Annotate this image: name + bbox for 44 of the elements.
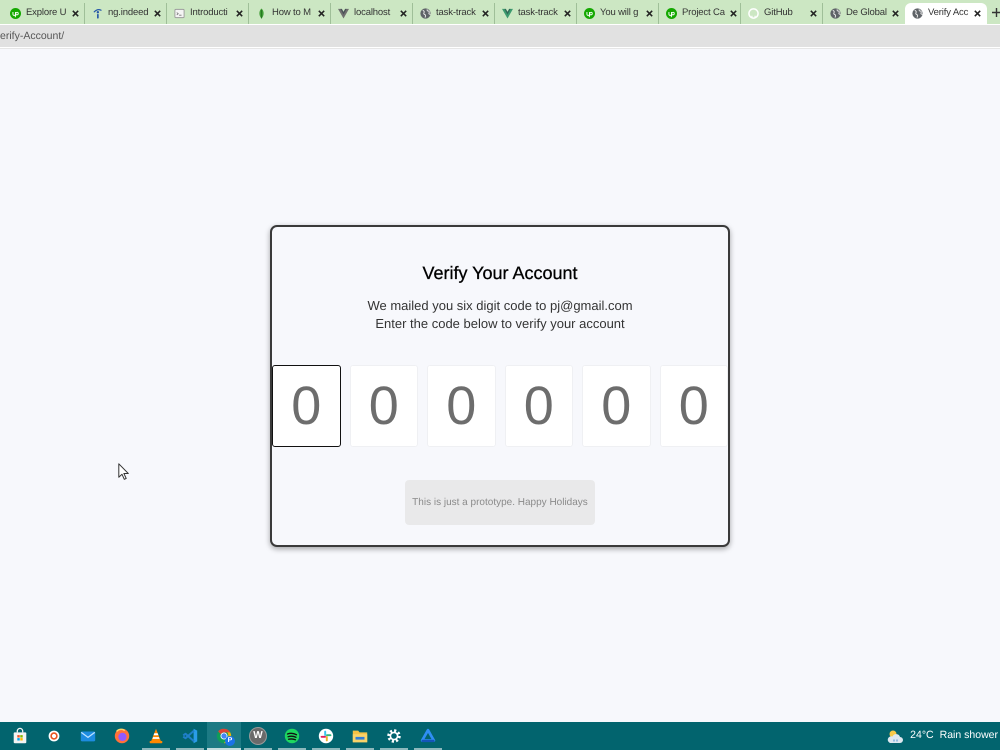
code-digit-field[interactable]: 0 [272, 364, 340, 446]
settings-icon [385, 727, 403, 745]
taskbar-button[interactable]: W [241, 722, 275, 750]
new-tab-icon[interactable] [992, 8, 1000, 16]
instruction-text: We mailed you six digit code to pj@gmail.com [366, 296, 634, 314]
close-icon[interactable] [482, 10, 489, 17]
close-icon[interactable] [974, 10, 981, 17]
instruction-text: Enter the code below to verify your account [374, 314, 626, 332]
logo-icon [666, 8, 677, 19]
temperature-text: 24°C [910, 728, 934, 744]
sound-waves-icon [283, 727, 301, 745]
close-icon[interactable] [154, 10, 161, 17]
page-title: Verify Your Account [421, 262, 579, 285]
pinwheel-icon [317, 727, 335, 745]
mouse-pointer-icon [118, 463, 129, 480]
triangle-icon [419, 727, 437, 745]
orb-icon [113, 727, 131, 745]
cloud-sun-icon[interactable] [886, 728, 904, 744]
close-icon[interactable] [236, 10, 243, 17]
close-icon[interactable] [72, 10, 79, 17]
globe-icon [420, 8, 431, 19]
close-icon[interactable] [318, 10, 325, 17]
browser-tab[interactable]: De Global [823, 3, 905, 24]
close-icon[interactable] [810, 10, 817, 17]
globe-icon [830, 8, 841, 19]
logo-icon [10, 8, 21, 19]
logo-icon [584, 8, 595, 19]
traffic-cone-icon [147, 727, 165, 745]
close-icon[interactable] [564, 10, 571, 17]
close-icon[interactable] [646, 10, 653, 17]
address-bar[interactable]: erify-Account/ [0, 25, 1000, 47]
weather-text: Rain shower [940, 728, 998, 744]
folded-ribbon-icon [181, 727, 199, 745]
browser-tab[interactable]: Verify Acc [905, 3, 987, 24]
letter-logo: W [249, 727, 267, 745]
globe-icon [912, 8, 923, 19]
close-icon[interactable] [400, 10, 407, 17]
shopping-bag-icon [11, 727, 29, 745]
ring-logo-icon [748, 8, 759, 19]
pin-logo-icon [92, 8, 103, 19]
terminal-icon [174, 8, 185, 19]
prototype-notice: This is just a prototype. Happy Holidays [405, 480, 595, 524]
close-icon[interactable] [730, 10, 737, 17]
close-icon[interactable] [892, 10, 899, 17]
